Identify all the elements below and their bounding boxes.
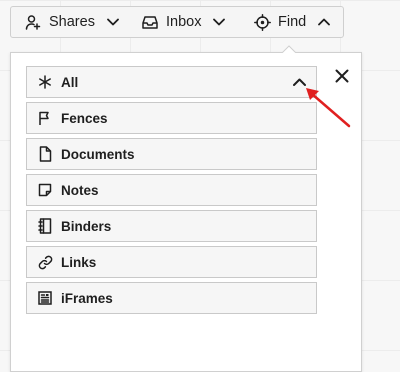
chevron-down-icon (105, 14, 121, 30)
filter-item-all[interactable]: All (26, 66, 317, 98)
filter-item-label: All (61, 74, 79, 90)
find-label: Find (278, 14, 307, 30)
filter-item-label: Links (61, 254, 97, 270)
filter-item-notes[interactable]: Notes (26, 174, 317, 206)
inbox-label: Inbox (166, 14, 202, 30)
chevron-down-icon (211, 14, 227, 30)
asterisk-icon (37, 74, 53, 90)
dropdown-caret (282, 45, 296, 53)
inbox-tray-icon (141, 13, 159, 31)
inbox-menu-button[interactable]: Inbox (129, 7, 241, 37)
binder-icon (37, 218, 53, 234)
filter-item-label: iFrames (61, 290, 113, 306)
filter-item-label: Documents (61, 146, 135, 162)
filter-item-binders[interactable]: Binders (26, 210, 317, 242)
filter-item-label: Fences (61, 110, 108, 126)
shares-menu-button[interactable]: Shares (11, 7, 129, 37)
filter-item-label: Binders (61, 218, 112, 234)
filter-item-fences[interactable]: Fences (26, 102, 317, 134)
find-menu-button[interactable]: Find (241, 7, 341, 37)
annotation-arrow (306, 88, 351, 128)
user-share-icon (24, 13, 42, 31)
flag-icon (37, 110, 53, 126)
top-toolbar: Shares Inbox Find (10, 6, 344, 38)
iframe-icon (37, 290, 53, 306)
note-icon (37, 182, 53, 198)
filter-item-iframes[interactable]: iFrames (26, 282, 317, 314)
chevron-up-icon (316, 14, 332, 30)
filter-item-label: Notes (61, 182, 99, 198)
filter-item-links[interactable]: Links (26, 246, 317, 278)
close-icon (335, 69, 349, 83)
link-icon (37, 254, 53, 270)
crosshair-icon (253, 13, 271, 31)
filter-item-documents[interactable]: Documents (26, 138, 317, 170)
shares-label: Shares (49, 14, 95, 30)
document-icon (37, 146, 53, 162)
